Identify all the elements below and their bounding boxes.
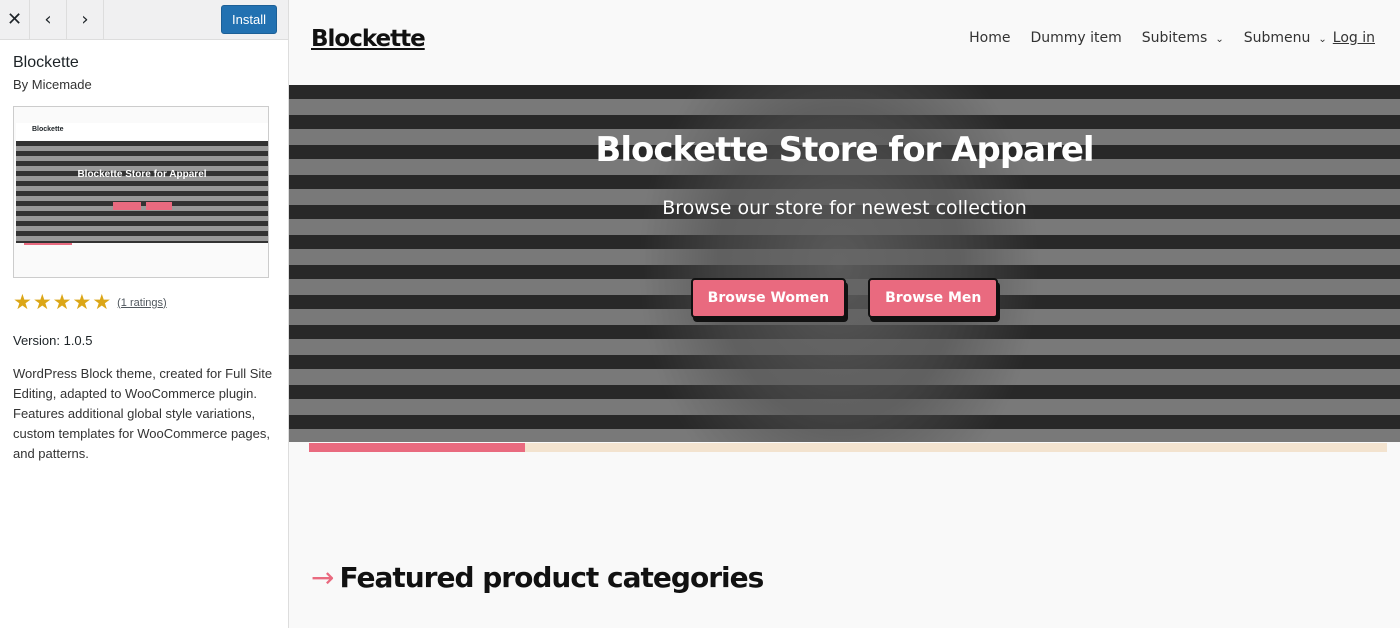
theme-version: Version: 1.0.5 [13, 333, 93, 348]
theme-screenshot: Blockette Blockette Store for Apparel [13, 106, 269, 278]
hero-banner: Blockette Store for Apparel Browse our s… [289, 85, 1400, 442]
install-button[interactable]: Install [221, 5, 277, 34]
nav-subitems[interactable]: Subitems ⌄ [1142, 30, 1224, 46]
theme-description: WordPress Block theme, created for Full … [13, 366, 273, 461]
nav-submenu-label: Submenu [1243, 30, 1311, 46]
chevron-down-icon: ⌄ [1215, 34, 1224, 45]
site-logo[interactable]: Blockette [311, 26, 426, 52]
hero-title: Blockette Store for Apparel [595, 130, 1094, 170]
theme-details-sidebar: ✕ ‹ › Install Blockette By Micemade Bloc… [0, 0, 289, 628]
progress-bar [309, 443, 1387, 452]
theme-author: By Micemade [13, 77, 92, 92]
chevron-right-icon[interactable]: › [67, 0, 104, 40]
nav-dummy-item[interactable]: Dummy item [1030, 30, 1121, 46]
chevron-down-icon: ⌄ [1318, 34, 1327, 45]
hero-subtitle: Browse our store for newest collection [662, 197, 1027, 219]
progress-fill [309, 443, 525, 452]
arrow-right-icon: → [311, 561, 334, 594]
browse-women-button[interactable]: Browse Women [690, 278, 847, 318]
site-nav: Home Dummy item Subitems ⌄ Submenu ⌄ Log i… [969, 30, 1375, 46]
star-icon: ★ [52, 291, 72, 314]
nav-login[interactable]: Log in [1333, 30, 1375, 46]
theme-preview: Blockette Home Dummy item Subitems ⌄ Subm… [289, 0, 1400, 628]
featured-heading: → Featured product categories [311, 561, 764, 594]
star-icon: ★ [13, 291, 32, 314]
featured-heading-text: Featured product categories [339, 561, 764, 594]
star-icon: ★ [92, 291, 112, 314]
nav-home[interactable]: Home [969, 30, 1010, 46]
sidebar-toolbar: ✕ ‹ › Install [0, 0, 288, 40]
star-icon: ★ [72, 291, 92, 314]
close-icon[interactable]: ✕ [0, 0, 30, 40]
nav-subitems-label: Subitems [1141, 30, 1208, 46]
theme-name: Blockette [13, 54, 79, 71]
ratings-link[interactable]: (1 ratings) [117, 297, 167, 309]
browse-men-button[interactable]: Browse Men [868, 278, 999, 318]
star-icon: ★ [32, 291, 52, 314]
nav-submenu[interactable]: Submenu ⌄ [1244, 30, 1327, 46]
chevron-left-icon[interactable]: ‹ [30, 0, 67, 40]
rating-stars: ★ ★ ★ ★ ★ (1 ratings) [13, 292, 275, 313]
